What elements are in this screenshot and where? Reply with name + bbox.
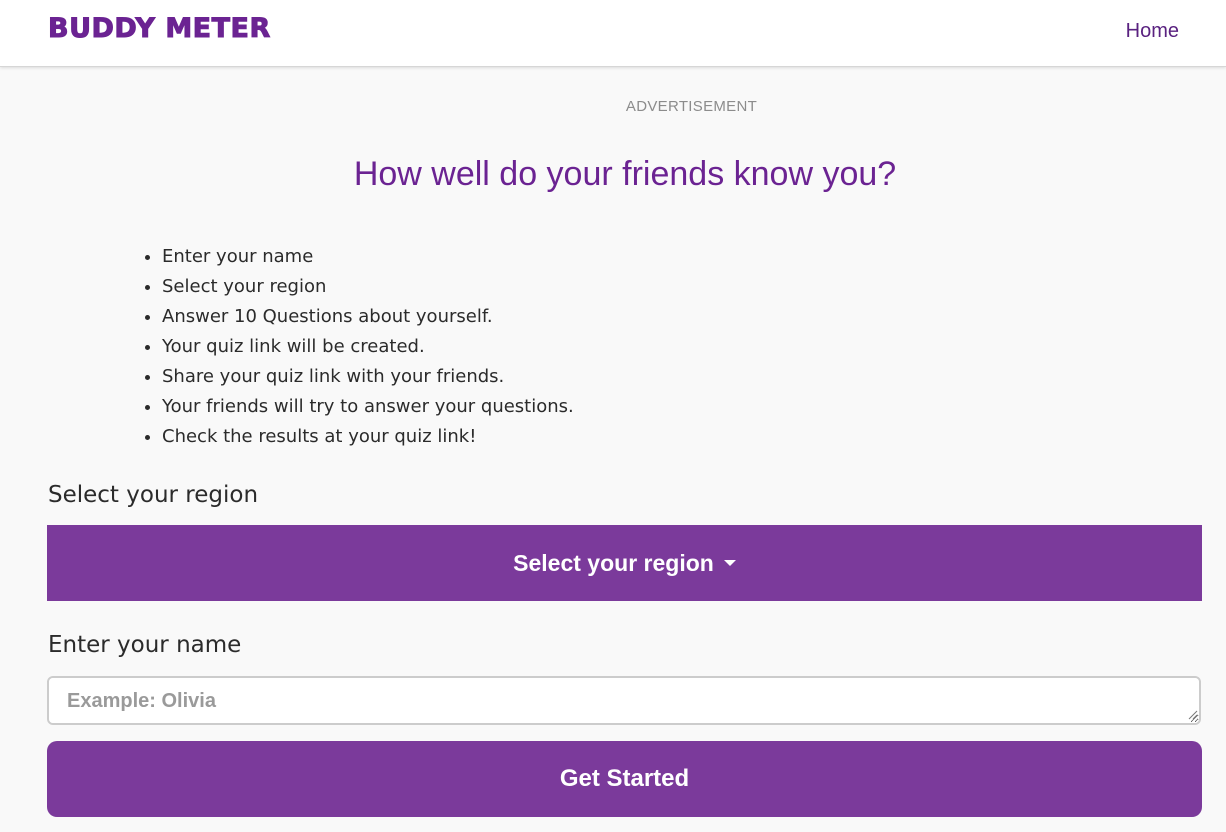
instructions-list: Enter your name Select your region Answe… <box>120 242 574 452</box>
region-label: Select your region <box>48 482 259 508</box>
nav-home-link[interactable]: Home <box>1126 20 1179 43</box>
name-label: Enter your name <box>48 632 242 658</box>
name-input[interactable] <box>47 676 1201 725</box>
list-item: Answer 10 Questions about yourself. <box>162 302 574 332</box>
list-item: Select your region <box>162 272 574 302</box>
page-title: How well do your friends know you? <box>353 155 897 193</box>
list-item: Share your quiz link with your friends. <box>162 362 574 392</box>
region-dropdown-text: Select your region <box>513 549 714 576</box>
region-dropdown-button[interactable]: Select your region <box>47 525 1202 601</box>
list-item: Your friends will try to answer your que… <box>162 392 574 422</box>
list-item: Your quiz link will be created. <box>162 332 574 362</box>
top-navbar: BUDDY METER Home <box>0 0 1226 67</box>
advertisement-label: ADVERTISEMENT <box>625 98 758 115</box>
list-item: Check the results at your quiz link! <box>162 422 574 452</box>
list-item: Enter your name <box>162 242 574 272</box>
brand-logo[interactable]: BUDDY METER <box>48 13 271 45</box>
caret-down-icon <box>723 560 736 566</box>
get-started-button[interactable]: Get Started <box>47 741 1202 817</box>
